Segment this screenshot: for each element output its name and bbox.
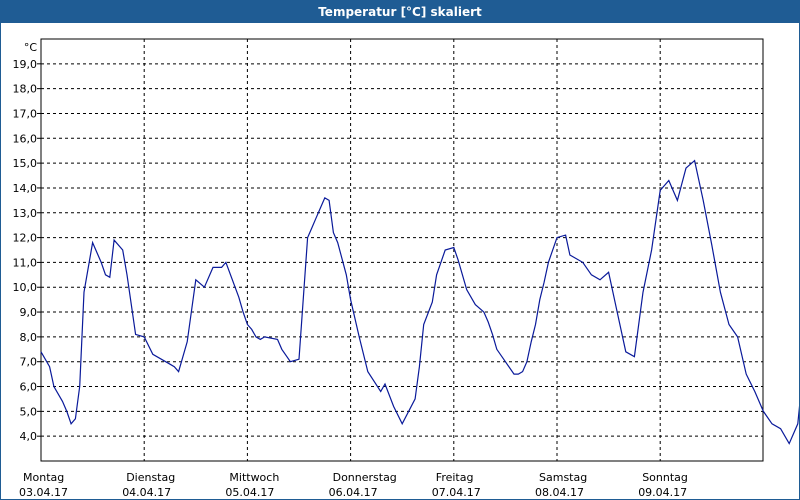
plot-area: [40, 38, 764, 462]
x-date-label: 09.04.17: [638, 486, 687, 499]
x-date-label: 06.04.17: [329, 486, 378, 499]
x-day-label: Freitag: [436, 471, 474, 484]
x-date-label: 08.04.17: [535, 486, 584, 499]
x-date-label: 04.04.17: [122, 486, 171, 499]
y-tick-label: 9,0: [20, 306, 38, 319]
x-day-label: Mittwoch: [229, 471, 279, 484]
x-day-label: Donnerstag: [333, 471, 397, 484]
y-tick-label: 15,0: [13, 157, 38, 170]
x-date-label: 03.04.17: [19, 486, 68, 499]
x-day-label: Montag: [23, 471, 64, 484]
y-tick-label: 14,0: [13, 182, 38, 195]
x-day-label: Samstag: [539, 471, 587, 484]
y-tick-label: 10,0: [13, 281, 38, 294]
y-tick-label: 11,0: [13, 256, 38, 269]
y-tick-label: 8,0: [20, 331, 38, 344]
y-unit-label: °C: [24, 41, 38, 54]
x-date-label: 07.04.17: [432, 486, 481, 499]
y-tick-label: 19,0: [13, 58, 38, 71]
y-tick-label: 17,0: [13, 107, 38, 120]
y-tick-label: 12,0: [13, 232, 38, 245]
y-tick-label: 16,0: [13, 132, 38, 145]
temperature-line-chart: 4,0 5,0 6,0 7,0 8,0 9,0 10,0 11,0 12,0 13,0 14,0 15…: [13, 38, 799, 499]
y-tick-label: 13,0: [13, 207, 38, 220]
x-day-label: Dienstag: [126, 471, 175, 484]
y-tick-label: 7,0: [20, 356, 38, 369]
y-tick-label: 4,0: [20, 430, 38, 443]
y-tick-label: 5,0: [20, 405, 38, 418]
y-tick-label: 18,0: [13, 83, 38, 96]
x-date-label: 05.04.17: [225, 486, 274, 499]
y-tick-label: 6,0: [20, 381, 38, 394]
x-day-label: Sonntag: [642, 471, 688, 484]
chart-window: Temperatur [°C] skaliert 4,0 5,0 6,0 7,0 8,0…: [0, 0, 800, 500]
